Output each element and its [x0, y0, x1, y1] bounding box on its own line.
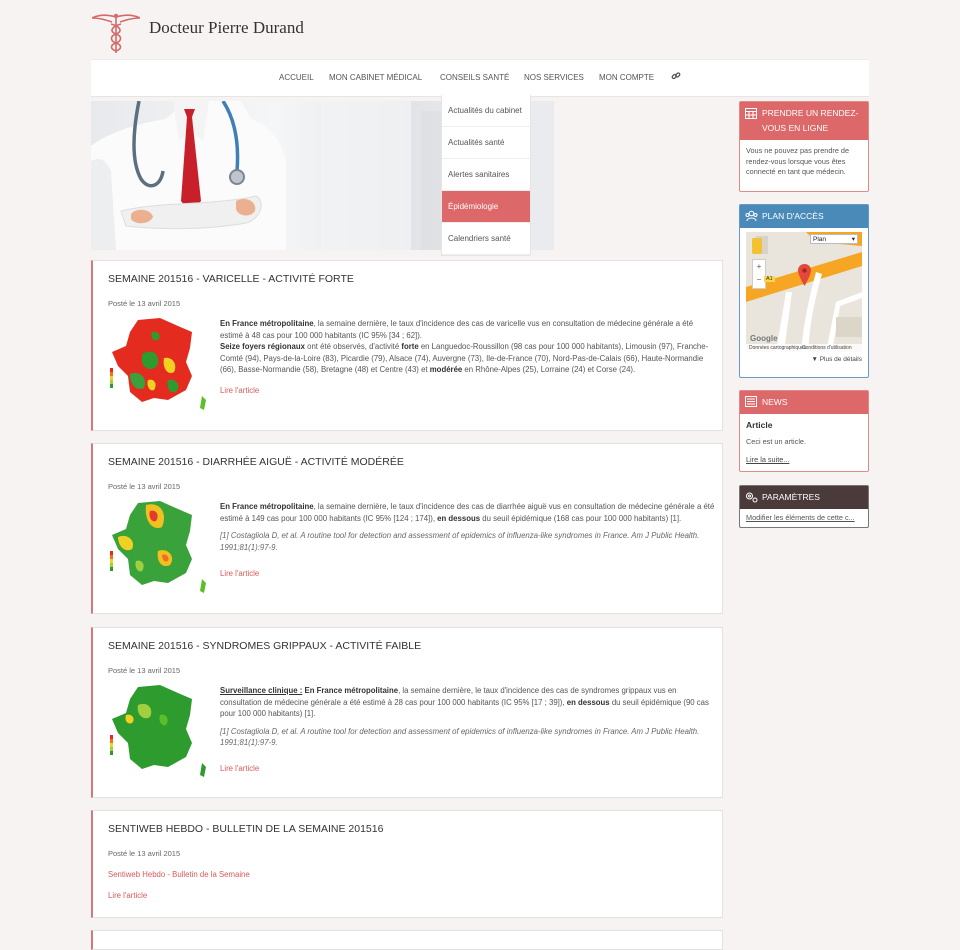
- article-date: Posté le 13 avril 2015: [108, 849, 181, 858]
- widget-news-title[interactable]: News: [762, 397, 788, 407]
- widget-plan: Plan d'accès + − Plan ▾ A1 Google Données …: [739, 204, 869, 378]
- article-sentiweb: Sentiweb Hebdo - Bulletin de la semaine …: [91, 810, 723, 918]
- read-article-link[interactable]: Lire l'article: [108, 891, 147, 900]
- nav-item-services[interactable]: Nos services: [524, 73, 584, 82]
- street-view-pegman-icon[interactable]: [752, 238, 762, 254]
- dropdown-item-alertes[interactable]: Alertes sanitaires: [442, 159, 530, 191]
- access-map[interactable]: + − Plan ▾ A1 Google Données cartographiqu…: [746, 232, 862, 352]
- dropdown-item-epidemiologie[interactable]: Épidémiologie: [442, 191, 530, 223]
- article-title[interactable]: Semaine 201516 - Syndromes grippaux - Ac…: [108, 640, 421, 652]
- widget-params-title[interactable]: Paramètres: [762, 492, 820, 502]
- users-icon: [745, 210, 758, 222]
- widget-params-header: Paramètres: [740, 486, 868, 509]
- nav-item-cabinet[interactable]: Mon cabinet médical: [329, 73, 422, 82]
- nav-item-compte[interactable]: Mon compte: [599, 73, 654, 82]
- article-grippe: Semaine 201516 - Syndromes grippaux - Ac…: [91, 627, 723, 798]
- widget-rdv: Prendre un rendez-vous en ligne Vous ne …: [739, 101, 869, 192]
- dropdown-item-calendriers[interactable]: Calendriers santé: [442, 223, 530, 255]
- news-article-title[interactable]: Article: [746, 420, 862, 431]
- article-title[interactable]: Semaine 201516 - Varicelle - Activité fo…: [108, 273, 354, 285]
- site-title[interactable]: Docteur Pierre Durand: [149, 18, 304, 38]
- site-header: Docteur Pierre Durand: [92, 12, 492, 54]
- map-type-select[interactable]: Plan ▾: [810, 234, 858, 244]
- dropdown-item-actualites-cabinet[interactable]: Actualités du cabinet: [442, 95, 530, 127]
- article-title[interactable]: Sentiweb Hebdo - Bulletin de la semaine …: [108, 823, 383, 835]
- gears-icon: [746, 492, 758, 503]
- article-reference: [1] Costagliola D, et al. A routine tool…: [220, 531, 700, 552]
- dropdown-item-actualites-sante[interactable]: Actualités santé: [442, 127, 530, 159]
- read-article-link[interactable]: Lire l'article: [220, 764, 259, 773]
- france-map-varicelle: [110, 318, 206, 410]
- road-label: A1: [764, 276, 775, 282]
- article-reference: [1] Costagliola D, et al. A routine tool…: [220, 726, 700, 748]
- news-article-text: Ceci est un article.: [746, 436, 807, 446]
- article-date: Posté le 13 avril 2015: [108, 299, 181, 308]
- widget-news: News Article Ceci est un article. Lire l…: [739, 390, 869, 472]
- article-diarrhee: Semaine 201516 - Diarrhée aiguë - Activi…: [91, 443, 723, 614]
- conseils-dropdown-menu: Actualités du cabinet Actualités santé A…: [441, 95, 531, 256]
- newspaper-icon: [745, 396, 757, 407]
- zoom-in-button[interactable]: +: [753, 260, 765, 273]
- map-data-link[interactable]: Données cartographiques: [749, 344, 806, 352]
- nav-item-conseils[interactable]: Conseils santé: [440, 73, 509, 82]
- nav-item-accueil[interactable]: Accueil: [279, 73, 314, 82]
- link-icon[interactable]: [671, 71, 681, 81]
- article-date: Posté le 13 avril 2015: [108, 666, 181, 675]
- widget-plan-header: Plan d'accès: [740, 205, 868, 228]
- map-marker-icon[interactable]: [798, 264, 811, 286]
- read-article-link[interactable]: Lire l'article: [220, 569, 259, 578]
- read-article-link[interactable]: Lire l'article: [220, 386, 259, 395]
- google-logo: Google: [750, 334, 778, 343]
- article-body: En France métropolitaine, la semaine der…: [220, 502, 715, 552]
- widget-rdv-text: Vous ne pouvez pas prendre de rendez-vou…: [746, 146, 850, 176]
- news-read-more-link[interactable]: Lire la suite...: [746, 455, 862, 466]
- widget-rdv-header: Prendre un rendez-vous en ligne: [740, 102, 868, 140]
- chevron-down-icon: ▾: [851, 236, 855, 243]
- caduceus-logo-icon[interactable]: [92, 12, 140, 54]
- france-map-diarrhee: [110, 501, 206, 593]
- article-date: Posté le 13 avril 2015: [108, 482, 181, 491]
- main-nav: Accueil Mon cabinet médical Conseils san…: [91, 59, 869, 97]
- france-map-grippe: [110, 685, 206, 777]
- article-partial: [91, 930, 723, 950]
- widget-plan-title[interactable]: Plan d'accès: [762, 211, 824, 221]
- map-more-details-link[interactable]: ▼ Plus de détails: [811, 356, 862, 363]
- article-title[interactable]: Semaine 201516 - Diarrhée aiguë - Activi…: [108, 456, 404, 468]
- bulletin-link[interactable]: Sentiweb Hebdo - Bulletin de la Semaine: [108, 870, 250, 879]
- article-body: Surveillance clinique : En France métrop…: [220, 685, 716, 755]
- article-body: En France métropolitaine, la semaine der…: [220, 319, 709, 374]
- widget-news-header: News: [740, 391, 868, 414]
- widget-params: Paramètres Modifier les éléments de cett…: [739, 485, 869, 528]
- article-varicelle: Semaine 201516 - Varicelle - Activité fo…: [91, 260, 723, 431]
- map-footer: Données cartographiques Conditions d'util…: [746, 344, 862, 352]
- zoom-control[interactable]: + −: [752, 259, 766, 289]
- widget-rdv-title[interactable]: Prendre un rendez-vous en ligne: [762, 108, 858, 133]
- calendar-icon: [745, 108, 757, 119]
- params-edit-link[interactable]: Modifier les éléments de cette c...: [740, 509, 868, 530]
- map-terms-link[interactable]: Conditions d'utilisation: [802, 344, 852, 352]
